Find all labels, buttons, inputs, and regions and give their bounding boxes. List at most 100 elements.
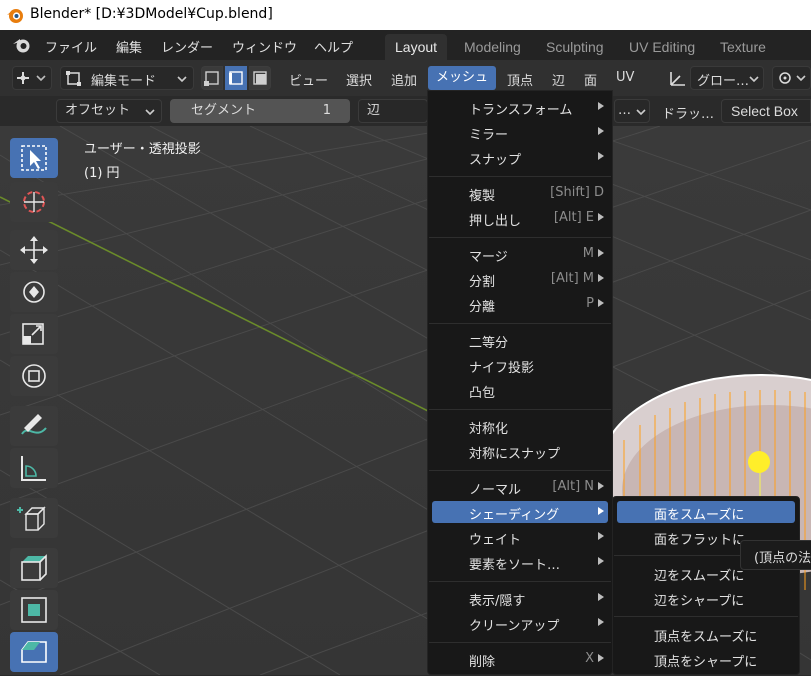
submenu-arrow-icon <box>598 507 604 515</box>
edit-mode-icon <box>66 71 81 86</box>
menu-item-delete[interactable]: 削除 X <box>432 648 608 670</box>
drag-select-dropdown[interactable]: Select Box <box>721 99 811 123</box>
viewport-header: 編集モード ビュー 選択 追加 メッシュ 頂点 辺 面 UV グロー… <box>0 60 811 96</box>
submenu-arrow-icon <box>598 593 604 601</box>
menu-item-transform[interactable]: トランスフォーム <box>432 96 608 118</box>
menu-window[interactable]: ウィンドウ <box>232 37 297 56</box>
submenu-item-smooth-vertices[interactable]: 頂点をスムーズに <box>617 623 795 645</box>
tooltip-text: (頂点の法 <box>754 551 811 566</box>
submenu-arrow-icon <box>598 654 604 662</box>
menu-item-shading[interactable]: シェーディング <box>432 501 608 523</box>
menu-item-split[interactable]: 分割 [Alt] M <box>432 268 608 290</box>
tab-sculpting[interactable]: Sculpting <box>536 34 614 60</box>
submenu-item-sharp-edges[interactable]: 辺をシャープに <box>617 587 795 609</box>
submenu-arrow-icon <box>598 249 604 257</box>
offset-type-label: オフセット <box>65 103 131 118</box>
menu-file[interactable]: ファイル <box>45 37 97 56</box>
offset-type-select[interactable]: オフセット <box>56 99 162 123</box>
drag-label: ドラッ… <box>662 107 715 122</box>
menu-edit[interactable]: 編集 <box>116 37 142 56</box>
tab-texture-paint[interactable]: Texture Paint <box>710 34 811 81</box>
header-menu-mesh[interactable]: メッシュ <box>428 66 497 90</box>
header-menu-vertex[interactable]: 頂点 <box>507 70 533 89</box>
menu-item-snap-to-symmetry[interactable]: 対称にスナップ <box>432 440 608 462</box>
submenu-item-sharp-vertices[interactable]: 頂点をシャープに <box>617 648 795 670</box>
menu-item-normals[interactable]: ノーマル [Alt] N <box>432 476 608 498</box>
submenu-arrow-icon <box>598 299 604 307</box>
transform-tool[interactable] <box>10 356 58 396</box>
window-title: Blender* [D:¥3DModel¥Cup.blend] <box>30 6 273 22</box>
menu-item-weights[interactable]: ウェイト <box>432 526 608 548</box>
tab-uv-editing[interactable]: UV Editing <box>619 34 705 60</box>
submenu-arrow-icon <box>598 618 604 626</box>
inset-tool[interactable] <box>10 590 58 630</box>
move-tool[interactable] <box>10 230 58 270</box>
menu-separator <box>429 176 611 177</box>
edge-select-dropdown[interactable]: 辺 <box>358 99 428 123</box>
top-menubar: ファイル 編集 レンダー ウィンドウ ヘルプ Layout Modeling S… <box>0 30 811 81</box>
menu-help[interactable]: ヘルプ <box>314 37 353 56</box>
submenu-item-shade-smooth[interactable]: 面をスムーズに <box>617 501 795 523</box>
active-object-label: (1) 円 <box>84 166 120 181</box>
header-menu-add[interactable]: 追加 <box>391 70 417 89</box>
extrude-tool[interactable] <box>10 548 58 588</box>
menu-render[interactable]: レンダー <box>161 37 213 56</box>
select-box-icon <box>21 145 47 171</box>
menu-item-bisect[interactable]: 二等分 <box>432 329 608 351</box>
menu-item-merge[interactable]: マージ M <box>432 243 608 265</box>
editor-type-button[interactable] <box>12 66 52 90</box>
menu-item-clean-up[interactable]: クリーンアップ <box>432 612 608 634</box>
menu-item-extrude[interactable]: 押し出し [Alt] E <box>432 207 608 229</box>
header-menu-face[interactable]: 面 <box>584 70 597 89</box>
header-menu-edge[interactable]: 辺 <box>552 70 565 89</box>
header-menu-view[interactable]: ビュー <box>289 70 328 89</box>
measure-tool[interactable] <box>10 448 58 488</box>
menu-item-snap[interactable]: スナップ <box>432 146 608 168</box>
move-icon <box>20 236 48 264</box>
menu-item-mirror[interactable]: ミラー <box>432 121 608 143</box>
blender-logo-icon <box>7 9 23 23</box>
submenu-arrow-icon <box>598 213 604 221</box>
chevron-down-icon <box>177 76 187 83</box>
cursor-icon <box>23 191 45 213</box>
tab-layout[interactable]: Layout <box>385 34 448 60</box>
window-title-bar: Blender* [D:¥3DModel¥Cup.blend] <box>0 0 811 30</box>
rotate-tool[interactable] <box>10 272 58 312</box>
inset-icon <box>21 597 47 623</box>
overlay-dropdown[interactable]: … <box>614 99 650 123</box>
chevron-down-icon <box>749 76 759 83</box>
select-box-tool[interactable] <box>10 138 58 178</box>
edge-select-mode-button[interactable] <box>225 66 247 90</box>
edge-select-label: 辺 <box>367 103 381 118</box>
submenu-arrow-icon <box>598 152 604 160</box>
bevel-tool[interactable] <box>10 632 58 672</box>
scale-tool[interactable] <box>10 314 58 354</box>
menu-item-knife-project[interactable]: ナイフ投影 <box>432 354 608 376</box>
blender-menu-icon[interactable] <box>12 36 32 54</box>
segments-label: セグメント <box>191 103 257 118</box>
mode-selector[interactable]: 編集モード <box>60 66 194 90</box>
menu-item-separate[interactable]: 分離 P <box>432 293 608 315</box>
header-menu-select[interactable]: 選択 <box>346 70 372 89</box>
submenu-arrow-icon <box>598 127 604 135</box>
menu-item-duplicate[interactable]: 複製 [Shift] D <box>432 182 608 204</box>
menu-item-show-hide[interactable]: 表示/隠す <box>432 587 608 609</box>
face-select-icon <box>253 71 267 85</box>
cursor-tool[interactable] <box>10 182 58 222</box>
pivot-point-select[interactable] <box>772 66 811 90</box>
face-select-mode-button[interactable] <box>249 66 271 90</box>
annotate-tool[interactable] <box>10 406 58 446</box>
transform-orientation-icon <box>670 72 685 86</box>
menu-item-symmetrize[interactable]: 対称化 <box>432 415 608 437</box>
segments-field[interactable]: セグメント 1 <box>170 99 350 123</box>
edge-select-icon <box>229 71 243 85</box>
tab-modeling[interactable]: Modeling <box>454 34 531 60</box>
header-menu-uv[interactable]: UV <box>616 70 634 85</box>
menu-item-convex-hull[interactable]: 凸包 <box>432 379 608 401</box>
menu-item-sort-elements[interactable]: 要素をソート… <box>432 551 608 573</box>
transform-orientation-select[interactable]: グロー… <box>690 66 764 90</box>
chevron-down-icon <box>636 109 646 116</box>
add-cube-tool[interactable] <box>10 498 58 538</box>
vertex-select-mode-button[interactable] <box>201 66 223 90</box>
drag-select-value: Select Box <box>731 103 798 119</box>
